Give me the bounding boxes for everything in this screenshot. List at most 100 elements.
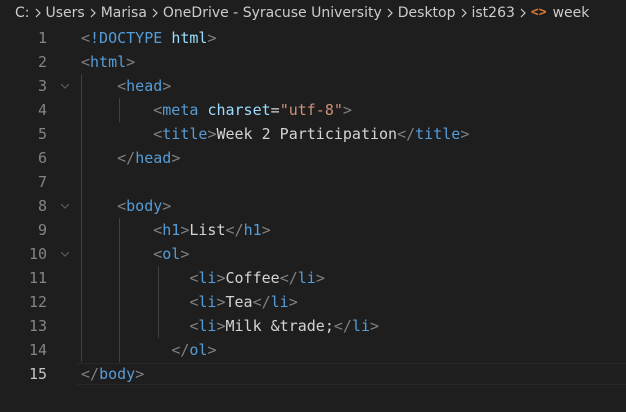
breadcrumb-item-users[interactable]: Users [46,0,85,26]
code-line[interactable]: 7 [0,170,626,194]
token-punc: > [216,293,226,311]
token-punc: </ [225,221,244,239]
token-punc: < [117,197,127,215]
code-text: <li>Milk &trade;</li> [81,314,379,338]
code-line[interactable]: 10 <ol> [0,242,626,266]
code-line[interactable]: 14 </ol> [0,338,626,362]
token-tag: body [126,197,163,215]
token-punc: </ [397,125,416,143]
line-number: 15 [28,365,47,383]
line-number: 9 [37,221,47,239]
code-text: <!DOCTYPE html> [81,26,216,50]
token-punc: </ [279,269,298,287]
code-line[interactable]: 3 <head> [0,74,626,98]
code-text: <body> [81,194,171,218]
breadcrumb-item-onedrive[interactable]: OneDrive - Syracuse University [163,0,382,26]
line-number: 8 [37,197,47,215]
token-tag: title [415,125,461,143]
token-attr: charset [207,101,271,119]
token-punc: < [153,221,163,239]
token-punc: > [162,197,172,215]
token-punc: > [135,365,145,383]
code-text: <li>Tea</li> [81,290,298,314]
code-line[interactable]: 6 </head> [0,146,626,170]
token-tag: li [198,269,217,287]
token-punc: < [81,53,91,71]
token-tag: ol [189,341,208,359]
token-tag: meta [162,101,199,119]
chevron-right-icon [30,0,46,26]
token-punc: < [117,77,127,95]
line-number: 4 [37,101,47,119]
chevron-right-icon [515,0,531,26]
token-punc: > [460,125,470,143]
token-text: Tea [225,293,253,311]
token-tag: h1 [243,221,262,239]
code-line[interactable]: 13 <li>Milk &trade;</li> [0,314,626,338]
token-text: Coffee [225,269,280,287]
breadcrumb-item-user-folder[interactable]: Marisa [101,0,147,26]
token-punc: </ [117,149,136,167]
token-text: List [189,221,226,239]
token-tag: body [99,365,136,383]
code-text: </head> [81,146,180,170]
code-line[interactable]: 1 <!DOCTYPE html> [0,26,626,50]
line-number: 1 [37,29,47,47]
token-punc: > [171,149,181,167]
breadcrumb-item-desktop[interactable]: Desktop [398,0,456,26]
token-punc: > [126,53,136,71]
code-text: <ol> [81,242,189,266]
code-text: <title>Week 2 Participation</title> [81,122,469,146]
token-tag: li [297,269,316,287]
code-line[interactable]: 5 <title>Week 2 Participation</title> [0,122,626,146]
code-line[interactable]: 9 <h1>List</h1> [0,218,626,242]
chevron-right-icon [382,0,398,26]
code-line[interactable]: 2 <html> [0,50,626,74]
code-text: </ol> [81,338,216,362]
code-line[interactable]: 11 <li>Coffee</li> [0,266,626,290]
token-punc: < [81,29,91,47]
chevron-down-icon[interactable] [60,201,70,211]
token-attr: html [171,29,208,47]
token-tag: li [198,317,217,335]
token-punc: > [288,293,298,311]
breadcrumb-item-ist263[interactable]: ist263 [472,0,515,26]
code-line[interactable]: 8 <body> [0,194,626,218]
line-number: 7 [37,173,47,191]
line-number: 12 [28,293,47,311]
chevron-down-icon[interactable] [60,249,70,259]
token-punc: > [216,269,226,287]
line-number: 13 [28,317,47,335]
token-punc: < [153,101,163,119]
line-number: 10 [28,245,47,263]
chevron-down-icon[interactable] [60,81,70,91]
breadcrumb-item-file[interactable]: week [553,0,590,26]
breadcrumb-item-drive[interactable]: C: [15,0,30,26]
code-text: </body> [81,362,144,386]
token-punc: > [216,317,226,335]
token-tag: !DOCTYPE [90,29,163,47]
token-str: "utf-8" [279,101,343,119]
code-line[interactable]: 4 <meta charset="utf-8"> [0,98,626,122]
line-number: 14 [28,341,47,359]
editor-text-area[interactable]: 1 <!DOCTYPE html> 2 <html> 3 <head> 4 <meta c… [0,26,626,412]
token-tag: ol [162,245,181,263]
chevron-right-icon [147,0,163,26]
token-tag: html [90,53,127,71]
code-line[interactable]: 15 </body> [0,362,626,386]
line-number: 2 [37,53,47,71]
code-text: <h1>List</h1> [81,218,270,242]
chevron-right-icon [85,0,101,26]
token-punc: > [207,341,217,359]
code-text: <head> [81,74,171,98]
code-line[interactable]: 12 <li>Tea</li> [0,290,626,314]
token-punc: </ [333,317,352,335]
token-tag: title [162,125,208,143]
code-text: <li>Coffee</li> [81,266,324,290]
token-tag: head [135,149,172,167]
token-punc: < [153,125,163,143]
